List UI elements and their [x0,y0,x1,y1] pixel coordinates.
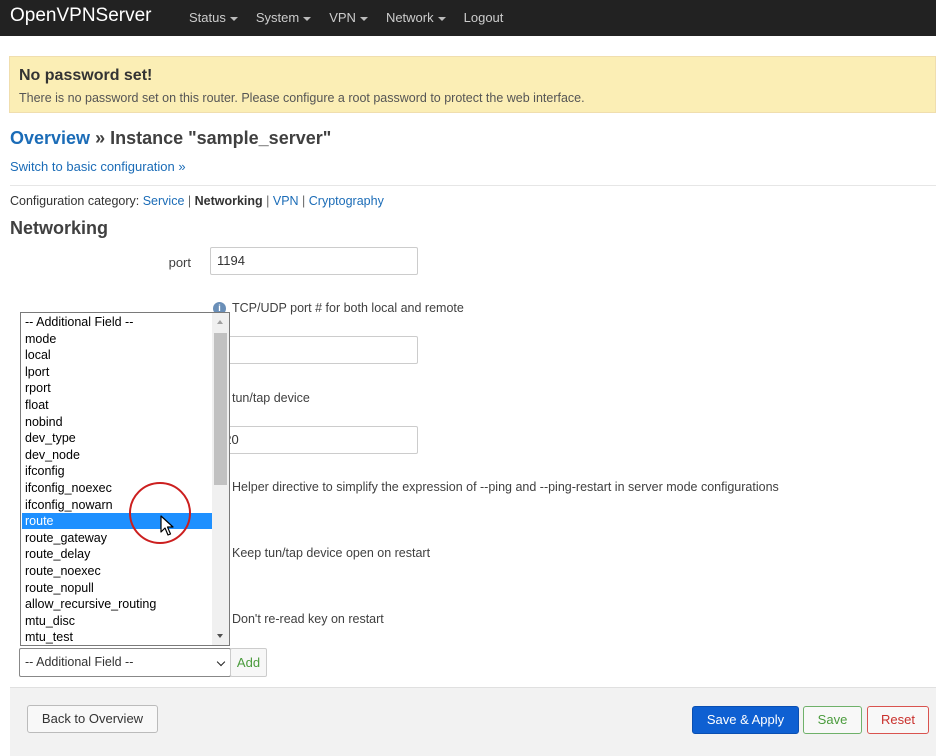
top-navbar: OpenVPNServer Status System VPN Network … [0,0,936,36]
category-separator: | [262,194,273,208]
option-lport[interactable]: lport [22,364,212,380]
caret-down-icon [437,16,446,21]
port-help-text: TCP/UDP port # for both local and remote [232,301,464,315]
menu-vpn-label: VPN [329,10,356,25]
option-route-nopull[interactable]: route_nopull [22,580,212,596]
instance-title: Instance "sample_server" [110,128,332,148]
option-ifconfig[interactable]: ifconfig [22,463,212,479]
menu-status[interactable]: Status [180,0,247,36]
option-allow-recursive-routing[interactable]: allow_recursive_routing [22,596,212,612]
chevron-down-icon [216,657,226,667]
scroll-thumb[interactable] [214,333,227,485]
persist-key-help-text: Don't re-read key on restart [232,612,384,626]
option-nobind[interactable]: nobind [22,414,212,430]
keepalive-input[interactable]: 120 [210,426,418,454]
port-label: port [168,255,191,270]
persist-tun-help-text: Keep tun/tap device open on restart [232,546,431,560]
scroll-down-arrow-icon[interactable] [217,634,223,638]
category-networking-current: Networking [194,194,263,208]
add-field-button[interactable]: Add [230,648,267,677]
dev-help-text: tun/tap device [232,391,310,405]
category-service-link[interactable]: Service [143,194,185,208]
option-float[interactable]: float [22,397,212,413]
option-mtu-disc[interactable]: mtu_disc [22,613,212,629]
menu-vpn[interactable]: VPN [320,0,377,36]
option-dev-type[interactable]: dev_type [22,430,212,446]
category-separator: | [184,194,195,208]
menu-network-label: Network [385,10,434,25]
category-cryptography-link[interactable]: Cryptography [309,194,384,208]
category-separator: | [298,194,309,208]
option-local[interactable]: local [22,347,212,363]
category-vpn-link[interactable]: VPN [273,194,299,208]
additional-field-select-value: -- Additional Field -- [25,655,134,669]
caret-down-icon [359,16,368,21]
option-dev-node[interactable]: dev_node [22,447,212,463]
alert-text: There is no password set on this router.… [19,91,585,105]
action-bar: Back to Overview Save & Apply Save Reset [10,687,936,756]
scroll-up-arrow-icon[interactable] [217,320,223,324]
configuration-category: Configuration category: Service | Networ… [10,194,384,208]
category-prefix: Configuration category: [10,194,143,208]
save-apply-button[interactable]: Save & Apply [692,706,799,734]
option-mode[interactable]: mode [22,331,212,347]
port-input[interactable]: 1194 [210,247,418,275]
menu-logout-label: Logout [463,10,504,25]
port-help: i TCP/UDP port # for both local and remo… [213,301,464,315]
option-route-noexec[interactable]: route_noexec [22,563,212,579]
save-button[interactable]: Save [803,706,862,734]
option-additional-field[interactable]: -- Additional Field -- [22,314,212,330]
menu-network[interactable]: Network [377,0,455,36]
mouse-pointer-icon [160,515,174,536]
no-password-alert: No password set! There is no password se… [9,56,936,113]
additional-field-select[interactable]: -- Additional Field -- [19,648,231,677]
keepalive-help-text: Helper directive to simplify the express… [232,480,779,494]
listbox-scrollbar[interactable] [212,313,229,645]
back-to-overview-button[interactable]: Back to Overview [27,705,158,733]
switch-basic-config-link[interactable]: Switch to basic configuration » [10,159,186,174]
additional-field-listbox[interactable]: -- Additional Field -- mode local lport … [20,312,230,646]
page-title: Overview » Instance "sample_server" [10,128,331,149]
breadcrumb-separator: » [90,128,111,148]
option-rport[interactable]: rport [22,380,212,396]
menu-logout[interactable]: Logout [455,0,513,36]
caret-down-icon [303,16,312,21]
menu-system[interactable]: System [247,0,320,36]
option-mtu-test[interactable]: mtu_test [22,629,212,645]
menu-system-label: System [255,10,300,25]
alert-title: No password set! [19,67,153,84]
divider [10,185,936,186]
section-title: Networking [10,218,109,238]
menu-status-label: Status [189,10,226,25]
dev-input[interactable]: n [210,336,418,364]
overview-breadcrumb-link[interactable]: Overview [10,128,90,148]
main-menu: Status System VPN Network Logout [180,0,512,36]
caret-down-icon [229,16,238,21]
reset-button[interactable]: Reset [867,706,929,734]
option-route-delay[interactable]: route_delay [22,546,212,562]
brand-logo-link[interactable]: OpenVPNServer [10,5,152,27]
